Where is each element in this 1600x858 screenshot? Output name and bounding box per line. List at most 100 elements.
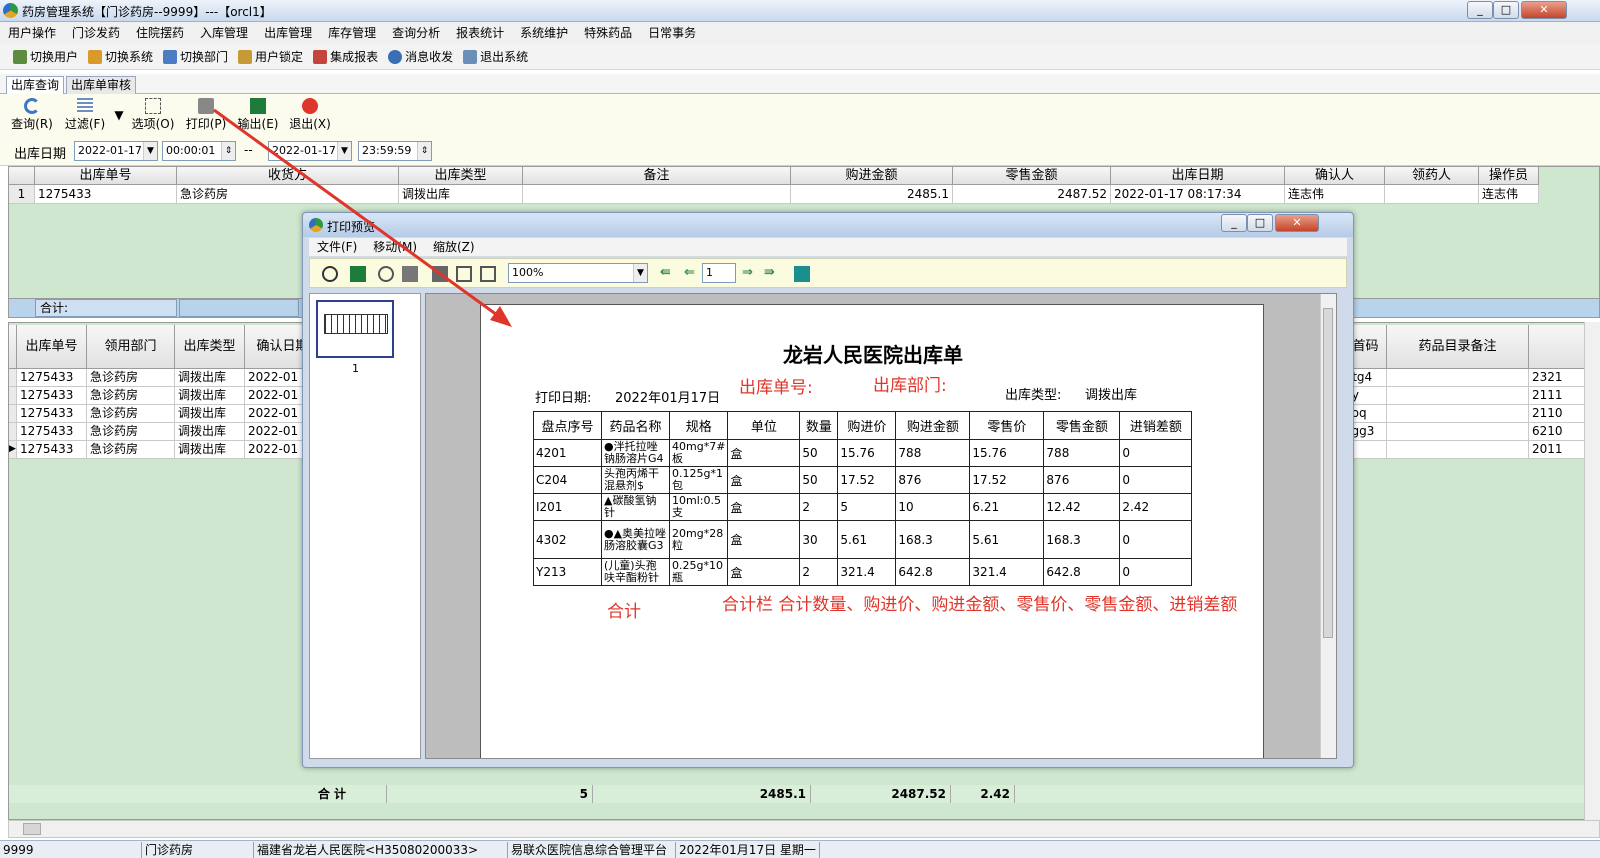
cell-confirmer[interactable]: 连志伟 xyxy=(1285,185,1385,204)
exit-system-button[interactable]: 退出系统 xyxy=(458,44,533,70)
column-header[interactable]: 出库类型 xyxy=(399,167,523,185)
column-header[interactable]: 领用部门 xyxy=(87,325,175,369)
cell-type[interactable]: 调拨出库 xyxy=(175,423,245,441)
cell-extra[interactable]: 2111 xyxy=(1529,387,1585,405)
maximize-button[interactable]: □ xyxy=(1493,1,1519,19)
menu-outpatient[interactable]: 门诊发药 xyxy=(64,22,128,44)
switch-department-button[interactable]: 切换部门 xyxy=(158,44,233,70)
cell-out-date[interactable]: 2022-01-17 08:17:34 xyxy=(1111,185,1285,204)
print-button[interactable]: 打印(P) xyxy=(184,98,228,132)
cell-dept[interactable]: 急诊药房 xyxy=(87,423,175,441)
menu-daily[interactable]: 日常事务 xyxy=(640,22,704,44)
dialog-maximize-button[interactable]: □ xyxy=(1247,214,1273,232)
column-header[interactable]: 药品目录备注 xyxy=(1387,325,1529,369)
cell-receiver[interactable]: 急诊药房 xyxy=(177,185,399,204)
cell-order-number[interactable]: 1275433 xyxy=(17,405,87,423)
integrated-report-button[interactable]: 集成报表 xyxy=(308,44,383,70)
next-page-icon[interactable]: ⇒ xyxy=(742,266,758,282)
chevron-down-icon[interactable]: ▼ xyxy=(337,142,351,160)
menu-analysis[interactable]: 查询分析 xyxy=(384,22,448,44)
column-header[interactable]: 领药人 xyxy=(1385,167,1479,185)
menu-stock-out[interactable]: 出库管理 xyxy=(256,22,320,44)
cell-order-number[interactable]: 1275433 xyxy=(17,423,87,441)
dialog-close-button[interactable]: ✕ xyxy=(1275,214,1319,232)
menu-move[interactable]: 移动(M) xyxy=(365,238,425,256)
save-icon[interactable] xyxy=(350,266,366,282)
prev-page-icon[interactable]: ⇐ xyxy=(684,266,700,282)
start-date-picker[interactable]: 2022-01-17 ▼ xyxy=(74,141,158,161)
tab-outbound-review[interactable]: 出库单审核 xyxy=(66,76,137,94)
column-header[interactable]: 出库单号 xyxy=(35,167,177,185)
cell-type[interactable]: 调拨出库 xyxy=(399,185,523,204)
preview-vertical-scrollbar[interactable] xyxy=(1320,294,1336,758)
page-number-input[interactable]: 1 xyxy=(702,263,736,283)
column-header[interactable] xyxy=(1529,325,1585,369)
column-header[interactable]: 零售金额 xyxy=(953,167,1111,185)
switch-system-button[interactable]: 切换系统 xyxy=(83,44,158,70)
cell-purchase-amount[interactable]: 2485.1 xyxy=(791,185,953,204)
cell-dept[interactable]: 急诊药房 xyxy=(87,369,175,387)
scroll-thumb[interactable] xyxy=(23,823,41,835)
cell-type[interactable]: 调拨出库 xyxy=(175,369,245,387)
column-header[interactable]: 收货方 xyxy=(177,167,399,185)
page-thumbnail[interactable] xyxy=(316,300,394,358)
cell-order-number[interactable]: 1275433 xyxy=(17,387,87,405)
cell-order-number[interactable]: 1275433 xyxy=(35,185,177,204)
lock-user-button[interactable]: 用户锁定 xyxy=(233,44,308,70)
cell-type[interactable]: 调拨出库 xyxy=(175,441,245,459)
zoom-icon[interactable] xyxy=(322,266,338,282)
fit-width-icon[interactable] xyxy=(480,266,496,282)
cell-extra[interactable]: 2110 xyxy=(1529,405,1585,423)
messages-button[interactable]: 消息收发 xyxy=(383,44,458,70)
cell-remark[interactable] xyxy=(1387,405,1529,423)
last-page-icon[interactable]: ⇛ xyxy=(764,266,780,282)
spinner-icon[interactable]: ⇕ xyxy=(417,142,431,160)
cell-remark[interactable] xyxy=(1387,441,1529,459)
exit-button[interactable]: 退出(X) xyxy=(288,98,332,132)
vertical-scrollbar[interactable] xyxy=(1584,322,1600,820)
cell-dept[interactable]: 急诊药房 xyxy=(87,405,175,423)
cell-picker[interactable] xyxy=(1385,185,1479,204)
cell-extra[interactable]: 2321 xyxy=(1529,369,1585,387)
row-index[interactable]: 1 xyxy=(9,185,35,204)
page-setup-icon[interactable] xyxy=(432,266,448,282)
cell-remark[interactable] xyxy=(1387,369,1529,387)
options-button[interactable]: 选项(O) xyxy=(130,98,176,132)
menu-file[interactable]: 文件(F) xyxy=(309,238,365,256)
cell-order-number[interactable]: 1275433 xyxy=(17,369,87,387)
cell-operator[interactable]: 连志伟 xyxy=(1479,185,1539,204)
cell-extra[interactable]: 2011 xyxy=(1529,441,1585,459)
first-page-icon[interactable]: ⇚ xyxy=(660,266,676,282)
print-icon[interactable] xyxy=(402,266,418,282)
scroll-thumb[interactable] xyxy=(1323,308,1333,638)
fit-page-icon[interactable] xyxy=(456,266,472,282)
cell-dept[interactable]: 急诊药房 xyxy=(87,441,175,459)
close-button[interactable]: ✕ xyxy=(1521,1,1567,19)
column-header[interactable]: 出库类型 xyxy=(175,325,245,369)
minimize-button[interactable]: _ xyxy=(1467,1,1493,19)
column-header[interactable]: 出库日期 xyxy=(1111,167,1285,185)
cell-type[interactable]: 调拨出库 xyxy=(175,405,245,423)
column-header[interactable]: 操作员 xyxy=(1479,167,1539,185)
cell-remark[interactable] xyxy=(1387,387,1529,405)
query-button[interactable]: 查询(R) xyxy=(10,98,54,132)
switch-user-button[interactable]: 切换用户 xyxy=(8,44,83,70)
menu-reports[interactable]: 报表统计 xyxy=(448,22,512,44)
filter-dropdown[interactable]: ▼ xyxy=(114,108,124,122)
chevron-down-icon[interactable]: ▼ xyxy=(143,142,157,160)
menu-stock-in[interactable]: 入库管理 xyxy=(192,22,256,44)
start-time-spinner[interactable]: 00:00:01 ⇕ xyxy=(162,141,236,161)
close-preview-icon[interactable] xyxy=(794,266,810,282)
dialog-title-bar[interactable]: 打印预览 _ □ ✕ xyxy=(303,213,1353,237)
end-date-picker[interactable]: 2022-01-17 ▼ xyxy=(268,141,352,161)
menu-inpatient[interactable]: 住院摆药 xyxy=(128,22,192,44)
menu-special-drugs[interactable]: 特殊药品 xyxy=(576,22,640,44)
filter-button[interactable]: 过滤(F) xyxy=(62,98,108,132)
cell-dept[interactable]: 急诊药房 xyxy=(87,387,175,405)
column-header[interactable]: 购进金额 xyxy=(791,167,953,185)
spinner-icon[interactable]: ⇕ xyxy=(221,142,235,160)
cell-retail-amount[interactable]: 2487.52 xyxy=(953,185,1111,204)
column-header[interactable]: 备注 xyxy=(523,167,791,185)
menu-inventory[interactable]: 库存管理 xyxy=(320,22,384,44)
column-header[interactable]: 确认人 xyxy=(1285,167,1385,185)
